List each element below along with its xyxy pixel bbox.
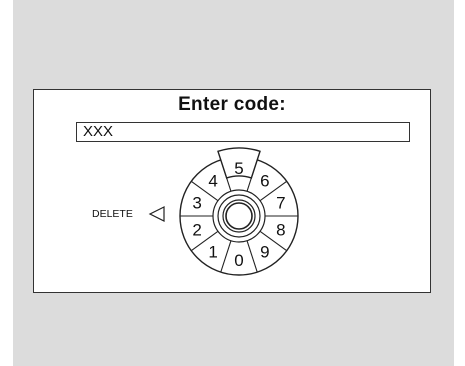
dial-digit-5[interactable]: 5 bbox=[234, 159, 243, 178]
dial-digit-4[interactable]: 4 bbox=[208, 171, 217, 190]
dial-digit-3[interactable]: 3 bbox=[192, 193, 201, 212]
dial-digit-9[interactable]: 9 bbox=[260, 243, 269, 262]
dial-digit-7[interactable]: 7 bbox=[276, 193, 285, 212]
dial-digit-8[interactable]: 8 bbox=[276, 221, 285, 240]
dial-digit-1[interactable]: 1 bbox=[208, 243, 217, 262]
dial-digit-2[interactable]: 2 bbox=[192, 221, 201, 240]
dial-digit-0[interactable]: 0 bbox=[234, 251, 243, 270]
dial-selector: 567 89012 34 bbox=[179, 147, 299, 276]
dial-knob-ring bbox=[212, 189, 266, 243]
dial-digit-6[interactable]: 6 bbox=[260, 171, 269, 190]
